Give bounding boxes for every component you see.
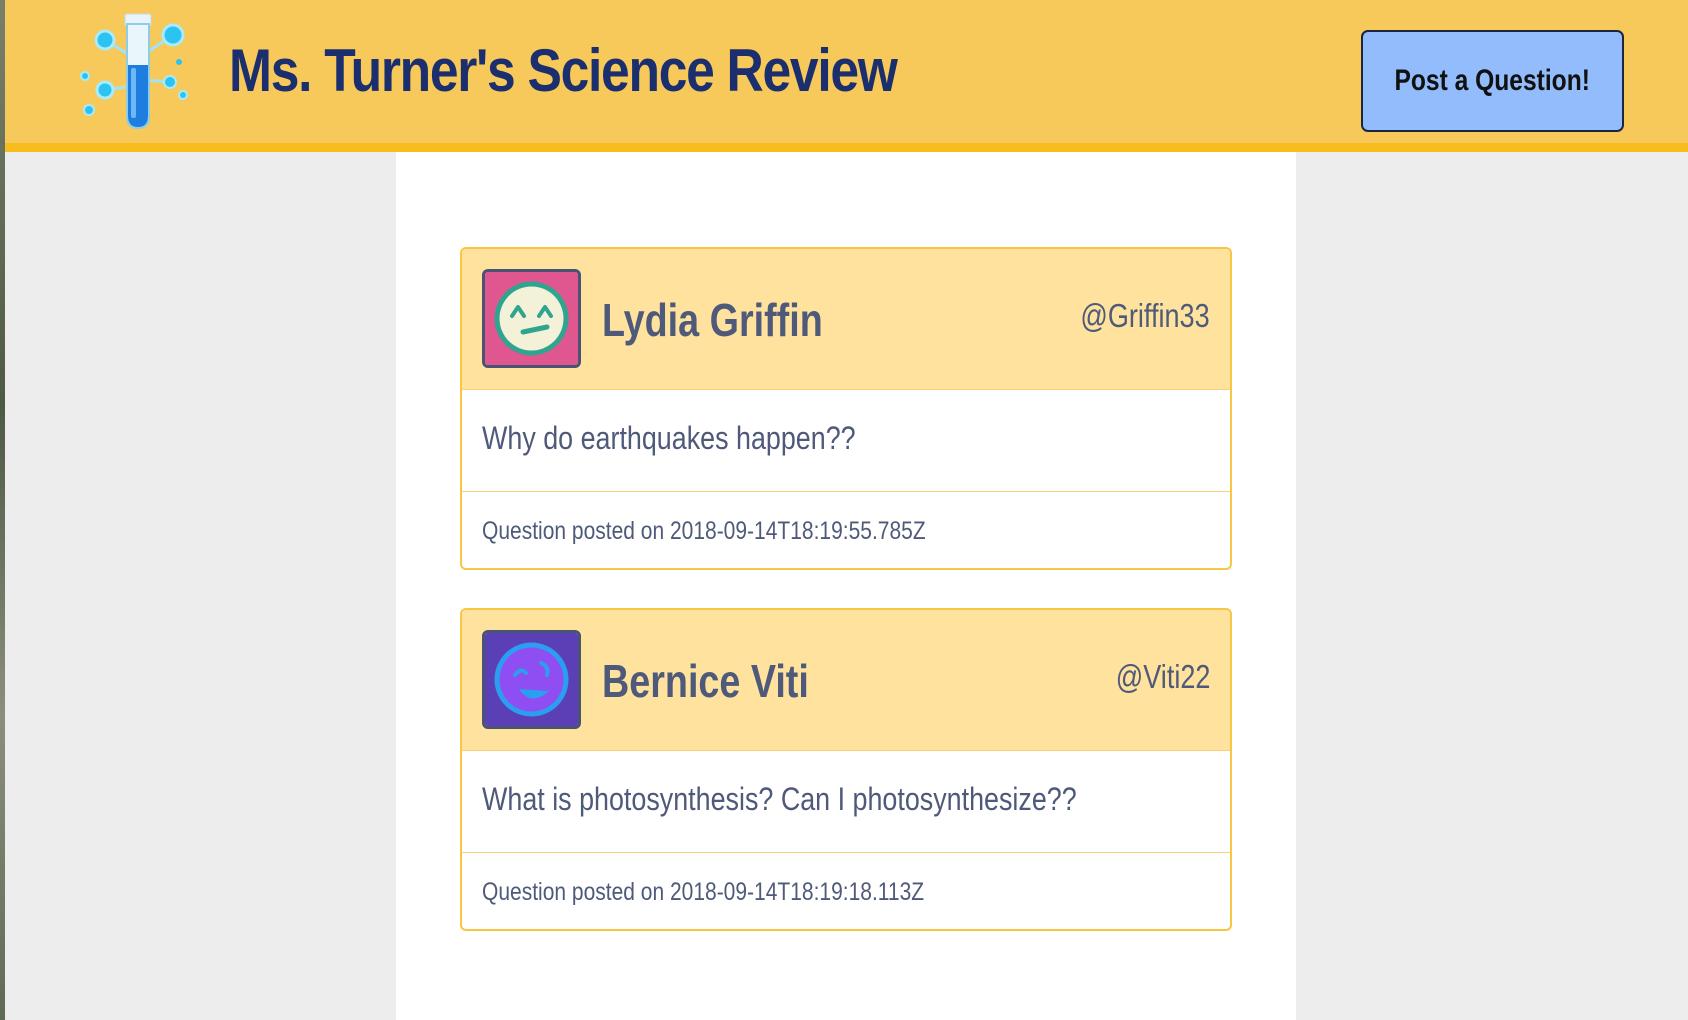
question-card-footer: Question posted on 2018-09-14T18:19:18.1… [462, 853, 1230, 929]
question-text: What is photosynthesis? Can I photosynth… [482, 781, 1077, 817]
posted-label: Question posted on [482, 878, 665, 906]
timestamp-value: 2018-09-14T18:19:55.785Z [669, 517, 926, 545]
post-question-label: Post a Question! [1394, 64, 1591, 97]
question-card-body: Why do earthquakes happen?? [462, 390, 1230, 492]
question-text: Why do earthquakes happen?? [482, 420, 856, 456]
page-title: Ms. Turner's Science Review [229, 37, 898, 104]
posted-label: Question posted on [482, 517, 665, 545]
question-timestamp: Question posted on 2018-09-14T18:19:55.7… [482, 517, 926, 546]
user-handle: @Griffin33 [1080, 297, 1210, 334]
question-card-header: Bernice Viti @Viti22 [462, 610, 1230, 751]
grimacing-face-icon [482, 269, 581, 368]
laughing-face-icon [482, 630, 581, 729]
timestamp-value: 2018-09-14T18:19:18.113Z [669, 878, 925, 906]
user-handle: @Viti22 [1115, 658, 1210, 695]
window-edge [0, 0, 5, 1020]
question-card-body: What is photosynthesis? Can I photosynth… [462, 751, 1230, 853]
post-question-button[interactable]: Post a Question! [1361, 30, 1624, 132]
question-card-header: Lydia Griffin @Griffin33 [462, 249, 1230, 390]
question-card[interactable]: Bernice Viti @Viti22 What is photosynthe… [460, 608, 1232, 931]
question-card-footer: Question posted on 2018-09-14T18:19:55.7… [462, 492, 1230, 568]
question-timestamp: Question posted on 2018-09-14T18:19:18.1… [482, 878, 924, 907]
question-card[interactable]: Lydia Griffin @Griffin33 Why do earthqua… [460, 247, 1232, 570]
user-name: Bernice Viti [602, 655, 809, 707]
user-name: Lydia Griffin [602, 294, 823, 346]
question-feed: Lydia Griffin @Griffin33 Why do earthqua… [396, 152, 1296, 1020]
site-header: Ms. Turner's Science Review Post a Quest… [5, 0, 1688, 152]
test-tube-molecule-icon [75, 10, 205, 135]
